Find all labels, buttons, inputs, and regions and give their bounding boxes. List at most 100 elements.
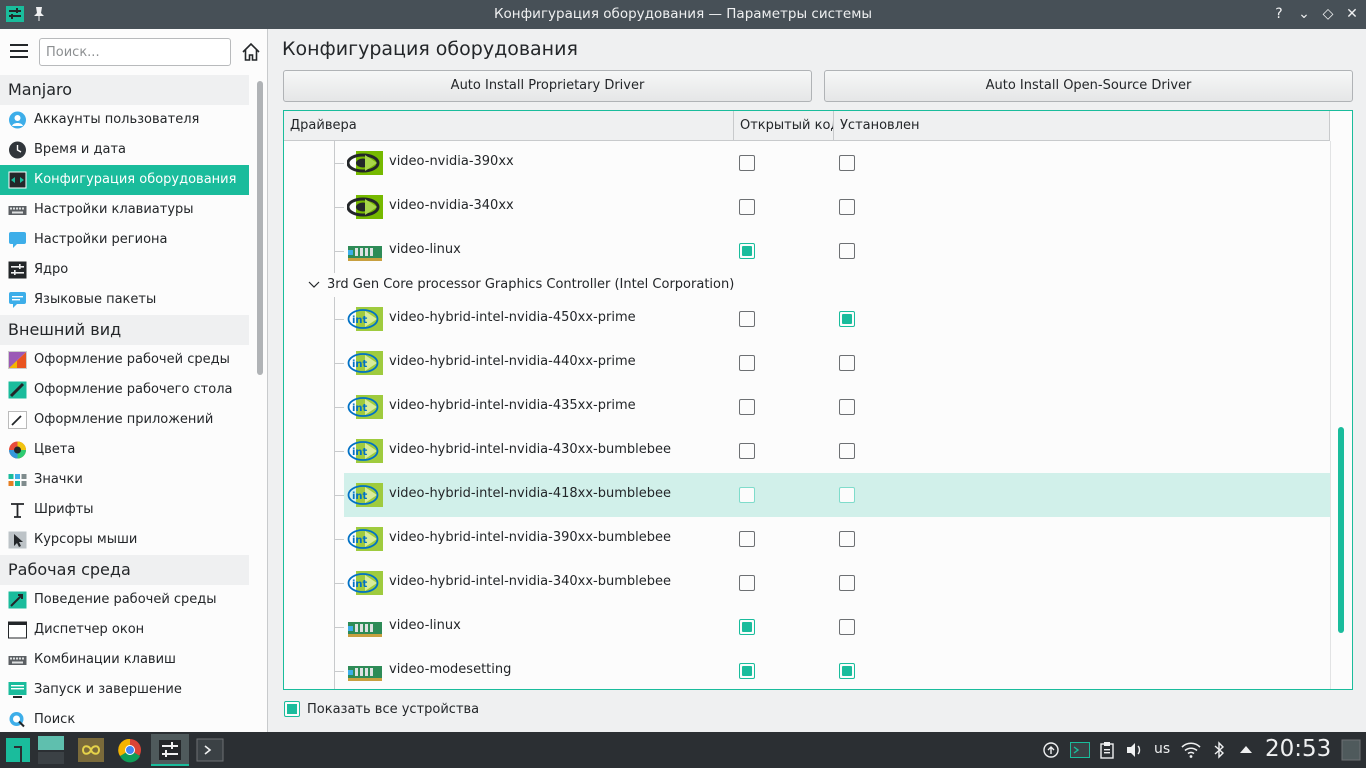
open-source-checkbox[interactable] xyxy=(739,443,755,459)
sidebar-item[interactable]: Запуск и завершение xyxy=(0,675,249,705)
driver-row[interactable]: int video-hybrid-intel-nvidia-450xx-prim… xyxy=(284,297,1330,341)
installed-checkbox[interactable] xyxy=(839,487,855,503)
colors-icon xyxy=(8,441,27,459)
auto-install-proprietary-button[interactable]: Auto Install Proprietary Driver xyxy=(283,70,812,102)
sidebar-item[interactable]: Оформление рабочей среды xyxy=(0,345,249,375)
open-source-checkbox[interactable] xyxy=(739,399,755,415)
updates-icon[interactable] xyxy=(1043,742,1059,758)
sidebar-item[interactable]: Ядро xyxy=(0,255,249,285)
open-source-checkbox[interactable] xyxy=(739,155,755,171)
clipboard-icon[interactable] xyxy=(1100,741,1114,759)
installed-checkbox[interactable] xyxy=(839,619,855,635)
open-source-checkbox[interactable] xyxy=(739,355,755,371)
search-input[interactable] xyxy=(39,38,231,66)
driver-row[interactable]: int video-hybrid-intel-nvidia-340xx-bumb… xyxy=(284,561,1330,605)
installed-checkbox[interactable] xyxy=(839,399,855,415)
installed-checkbox[interactable] xyxy=(839,155,855,171)
sidebar-item[interactable]: Языковые пакеты xyxy=(0,285,249,315)
driver-row[interactable]: video-linux xyxy=(284,229,1330,273)
driver-row[interactable]: int video-hybrid-intel-nvidia-430xx-bumb… xyxy=(284,429,1330,473)
open-source-checkbox[interactable] xyxy=(739,311,755,327)
driver-row[interactable]: video-linux xyxy=(284,605,1330,649)
installed-checkbox[interactable] xyxy=(839,311,855,327)
chevron-down-icon[interactable] xyxy=(308,278,320,290)
installed-checkbox[interactable] xyxy=(839,531,855,547)
installed-checkbox[interactable] xyxy=(839,199,855,215)
column-header-open-source[interactable]: Открытый код xyxy=(734,111,834,141)
sidebar-item-label: Курсоры мыши xyxy=(34,532,138,547)
driver-row[interactable]: video-nvidia-390xx xyxy=(284,141,1330,185)
close-button[interactable]: ✕ xyxy=(1343,5,1361,23)
installed-checkbox[interactable] xyxy=(839,443,855,459)
sidebar-item[interactable]: Настройки региона xyxy=(0,225,249,255)
terminal-task-icon[interactable] xyxy=(191,734,229,766)
installed-checkbox[interactable] xyxy=(839,663,855,679)
column-header-installed[interactable]: Установлен xyxy=(834,111,1330,141)
startup-icon xyxy=(8,681,27,699)
bluetooth-icon[interactable] xyxy=(1213,741,1225,759)
open-source-checkbox[interactable] xyxy=(739,243,755,259)
tree-branch-line xyxy=(334,583,344,584)
app-launcher-icon[interactable] xyxy=(72,734,110,766)
installed-checkbox[interactable] xyxy=(839,575,855,591)
keyboard-layout-indicator[interactable]: us xyxy=(1154,741,1170,757)
sidebar-item[interactable]: Значки xyxy=(0,465,249,495)
checkbox-box[interactable] xyxy=(284,701,300,717)
installed-checkbox[interactable] xyxy=(839,355,855,371)
manjaro-menu-icon[interactable] xyxy=(6,738,30,762)
tree-scrollbar[interactable] xyxy=(1338,427,1344,633)
clock[interactable]: 20:53 xyxy=(1265,736,1331,762)
wifi-icon[interactable] xyxy=(1181,742,1201,758)
open-source-checkbox[interactable] xyxy=(739,199,755,215)
intel-icon: int xyxy=(347,438,383,464)
sidebar-item[interactable]: Поведение рабочей среды xyxy=(0,585,249,615)
driver-row[interactable]: int video-hybrid-intel-nvidia-390xx-bumb… xyxy=(284,517,1330,561)
svg-text:int: int xyxy=(352,315,368,326)
pager-icon[interactable] xyxy=(36,734,66,766)
driver-row[interactable]: video-modesetting xyxy=(284,649,1330,689)
intel-icon: int xyxy=(347,306,383,332)
minimize-button[interactable]: ⌄ xyxy=(1295,5,1313,23)
hamburger-menu-icon[interactable] xyxy=(10,44,28,60)
installed-checkbox[interactable] xyxy=(839,243,855,259)
column-header-drivers[interactable]: Драйвера xyxy=(284,111,734,141)
open-source-checkbox[interactable] xyxy=(739,663,755,679)
sidebar-item[interactable]: Цвета xyxy=(0,435,249,465)
sidebar-item[interactable]: Оформление приложений xyxy=(0,405,249,435)
language-icon xyxy=(8,291,27,309)
tree-branch-line xyxy=(334,495,344,496)
home-icon[interactable] xyxy=(240,41,262,63)
sidebar-item[interactable]: Комбинации клавиш xyxy=(0,645,249,675)
auto-install-opensource-button[interactable]: Auto Install Open-Source Driver xyxy=(824,70,1353,102)
system-settings-task-icon[interactable] xyxy=(151,734,189,766)
sidebar-scrollbar[interactable] xyxy=(257,81,263,375)
sidebar-item[interactable]: Диспетчер окон xyxy=(0,615,249,645)
chrome-icon[interactable] xyxy=(111,734,149,766)
show-desktop-icon[interactable] xyxy=(1341,739,1361,761)
open-source-checkbox[interactable] xyxy=(739,619,755,635)
sidebar-item[interactable]: Конфигурация оборудования xyxy=(0,165,249,195)
sidebar-item[interactable]: Шрифты xyxy=(0,495,249,525)
open-source-checkbox[interactable] xyxy=(739,531,755,547)
driver-row[interactable]: int video-hybrid-intel-nvidia-418xx-bumb… xyxy=(284,473,1330,517)
tray-expand-icon[interactable] xyxy=(1239,744,1253,754)
sidebar-item[interactable]: Оформление рабочего стола xyxy=(0,375,249,405)
open-source-checkbox[interactable] xyxy=(739,575,755,591)
driver-row[interactable]: video-nvidia-340xx xyxy=(284,185,1330,229)
sidebar-item-label: Диспетчер окон xyxy=(34,622,145,637)
maximize-button[interactable]: ◇ xyxy=(1319,5,1337,23)
volume-icon[interactable] xyxy=(1126,742,1144,758)
sidebar-item[interactable]: Поиск xyxy=(0,705,249,735)
sidebar-category-header: Manjaro xyxy=(0,75,249,105)
sidebar-item[interactable]: Аккаунты пользователя xyxy=(0,105,249,135)
help-button[interactable]: ? xyxy=(1270,5,1288,23)
driver-row[interactable]: int video-hybrid-intel-nvidia-435xx-prim… xyxy=(284,385,1330,429)
sidebar-item[interactable]: Время и дата xyxy=(0,135,249,165)
driver-row[interactable]: int video-hybrid-intel-nvidia-440xx-prim… xyxy=(284,341,1330,385)
terminal-tray-icon[interactable] xyxy=(1070,742,1090,758)
sidebar-item[interactable]: Курсоры мыши xyxy=(0,525,249,555)
device-group-row[interactable]: 3rd Gen Core processor Graphics Controll… xyxy=(284,273,1330,297)
open-source-checkbox[interactable] xyxy=(739,487,755,503)
sidebar-item[interactable]: Настройки клавиатуры xyxy=(0,195,249,225)
video-card-icon xyxy=(347,238,383,264)
